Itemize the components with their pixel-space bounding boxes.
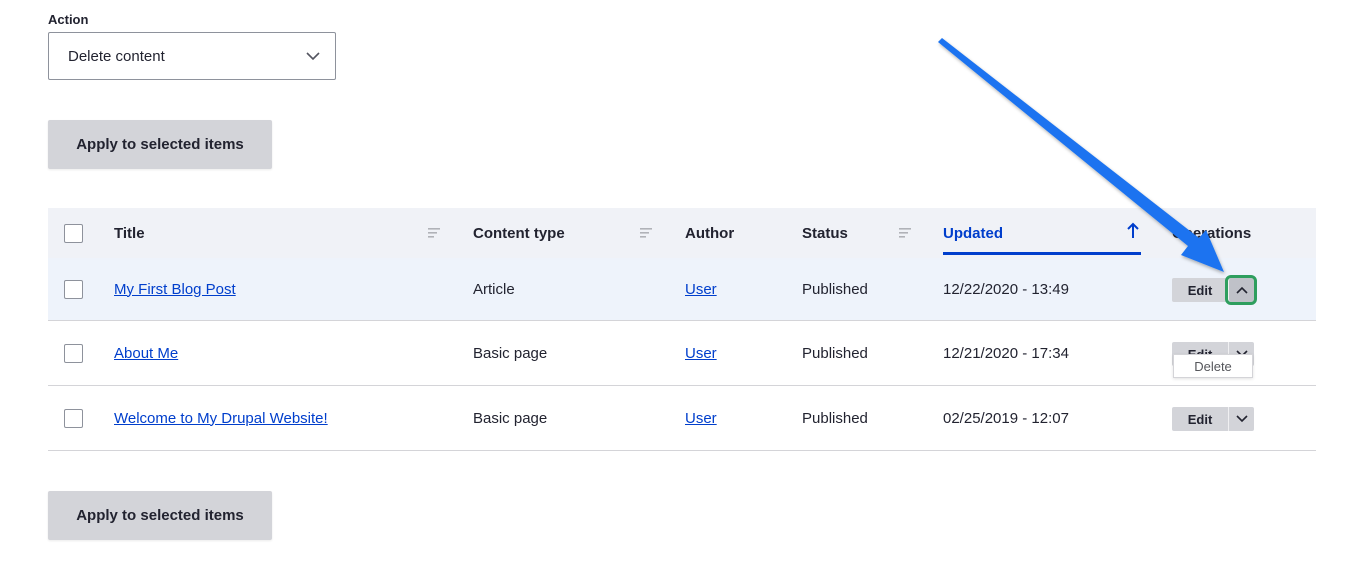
column-header-author: Author (685, 224, 735, 242)
sort-icon[interactable] (640, 228, 652, 238)
action-label: Action (48, 12, 89, 27)
chevron-down-icon (1235, 415, 1248, 423)
chevron-up-icon (1235, 286, 1248, 294)
apply-to-selected-button-top[interactable]: Apply to selected items (48, 120, 272, 169)
content-type-cell: Basic page (473, 409, 548, 427)
status-cell: Published (802, 344, 868, 362)
operations-group: Edit (1172, 407, 1254, 431)
column-header-updated[interactable]: Updated (943, 208, 1003, 258)
status-cell: Published (802, 409, 868, 427)
column-header-status[interactable]: Status (802, 208, 848, 258)
sort-ascending-arrow-icon[interactable] (1126, 222, 1140, 240)
author-link[interactable]: User (685, 345, 717, 362)
select-all-checkbox[interactable] (64, 223, 83, 243)
action-select-value: Delete content (68, 47, 165, 65)
updated-cell: 02/25/2019 - 12:07 (943, 409, 1069, 427)
chevron-down-icon (306, 52, 320, 61)
updated-cell: 12/22/2020 - 13:49 (943, 280, 1069, 298)
column-header-operations: Operations (1172, 224, 1252, 242)
sort-icon[interactable] (428, 228, 440, 238)
apply-to-selected-button-bottom[interactable]: Apply to selected items (48, 491, 272, 540)
content-type-cell: Article (473, 280, 515, 298)
row-checkbox[interactable] (64, 343, 83, 363)
column-header-title[interactable]: Title (114, 208, 145, 258)
title-link[interactable]: My First Blog Post (114, 281, 236, 298)
sort-icon[interactable] (899, 228, 911, 238)
column-header-content-type[interactable]: Content type (473, 208, 565, 258)
status-cell: Published (802, 280, 868, 298)
row-checkbox[interactable] (64, 279, 83, 299)
table-row: Welcome to My Drupal Website! Basic page… (48, 386, 1316, 451)
action-select[interactable]: Delete content (48, 32, 336, 80)
table-row: About Me Basic page User Published 12/21… (48, 321, 1316, 386)
table-row: My First Blog Post Article User Publishe… (48, 258, 1316, 378)
operations-dropdown-delete[interactable]: Delete (1173, 354, 1253, 378)
updated-cell: 12/21/2020 - 17:34 (943, 344, 1069, 362)
title-link[interactable]: Welcome to My Drupal Website! (114, 410, 328, 427)
operations-toggle-button[interactable] (1228, 407, 1254, 431)
operations-group: Edit (1172, 275, 1257, 305)
select-all-cell (64, 208, 83, 258)
edit-button[interactable]: Edit (1172, 278, 1228, 302)
row-checkbox[interactable] (64, 408, 83, 428)
content-table: Title Content type Author Status Updated… (48, 208, 1316, 451)
author-link[interactable]: User (685, 281, 717, 298)
author-link[interactable]: User (685, 410, 717, 427)
content-type-cell: Basic page (473, 344, 548, 362)
operations-toggle-button[interactable] (1225, 275, 1257, 305)
table-header: Title Content type Author Status Updated… (48, 208, 1316, 258)
active-sort-underline (943, 252, 1141, 255)
edit-button[interactable]: Edit (1172, 407, 1228, 431)
title-link[interactable]: About Me (114, 345, 178, 362)
